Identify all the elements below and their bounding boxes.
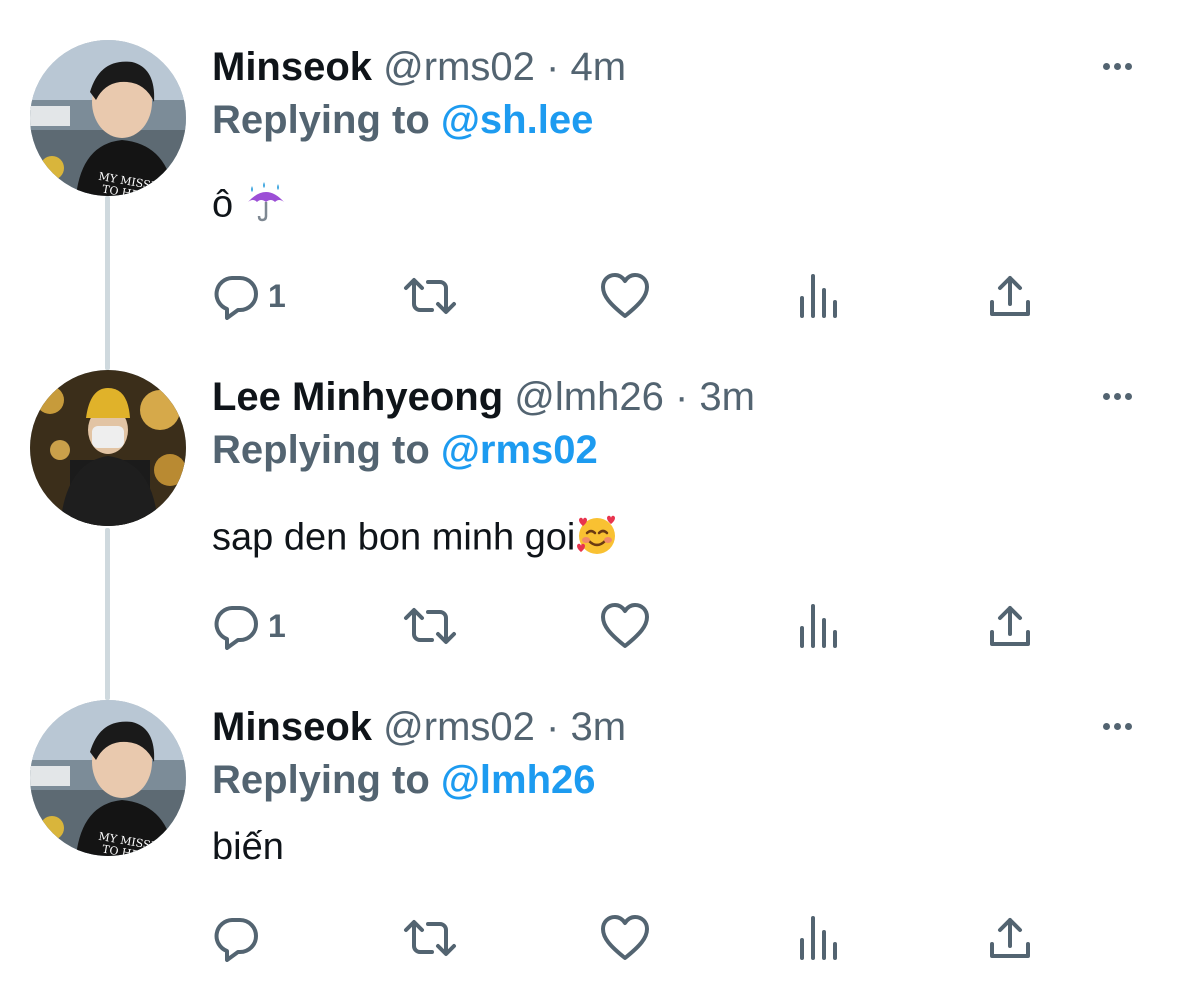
timestamp[interactable]: 3m [699, 375, 755, 419]
mention-link[interactable]: @lmh26 [441, 758, 596, 802]
replying-to-label: Replying to [212, 428, 430, 472]
share-icon [990, 276, 1030, 316]
like-button[interactable] [600, 912, 650, 964]
views-button[interactable] [798, 600, 838, 652]
share-icon [990, 606, 1030, 646]
retweet-icon [404, 278, 456, 314]
tweet-text: biến [212, 824, 284, 870]
user-handle[interactable]: @rms02 [383, 45, 535, 89]
tweet-header: Lee Minhyeong @lmh26 · 3m [212, 373, 755, 421]
umbrella-with-rain-icon [244, 180, 288, 233]
replying-to-label: Replying to [212, 758, 430, 802]
separator-dot: · [674, 375, 689, 419]
views-button[interactable] [798, 270, 838, 322]
tweet-text: sap den bon minh goi [212, 512, 619, 567]
retweet-button[interactable] [402, 912, 458, 964]
views-button[interactable] [798, 912, 838, 964]
retweet-button[interactable] [402, 600, 458, 652]
tweet[interactable]: Lee Minhyeong @lmh26 · 3m Replying to @r… [0, 330, 1179, 660]
share-button[interactable] [988, 600, 1032, 652]
mention-link[interactable]: @sh.lee [441, 98, 593, 142]
retweet-button[interactable] [402, 270, 458, 322]
replying-to-label: Replying to [212, 98, 430, 142]
like-button[interactable] [600, 600, 650, 652]
mention-link[interactable]: @rms02 [441, 428, 598, 472]
views-icon [800, 604, 837, 648]
replying-to: Replying to @rms02 [212, 426, 598, 474]
display-name[interactable]: Minseok [212, 45, 372, 89]
share-icon [990, 918, 1030, 958]
more-icon[interactable] [1099, 56, 1135, 76]
tweet-actions [212, 912, 1052, 964]
reply-icon [214, 918, 258, 962]
share-button[interactable] [988, 912, 1032, 964]
timestamp[interactable]: 4m [571, 45, 627, 89]
tweet-actions: 1 [212, 270, 1052, 322]
tweet-text-content: ô [212, 183, 234, 226]
tweet-header: Minseok @rms02 · 3m [212, 703, 626, 751]
tweet-text-content: biến [212, 826, 284, 868]
replying-to: Replying to @sh.lee [212, 96, 593, 144]
reply-button[interactable] [212, 912, 268, 964]
avatar[interactable]: MY MISSION TO HEL [30, 40, 186, 196]
separator-dot: · [546, 45, 560, 89]
like-button[interactable] [600, 270, 650, 322]
views-icon [800, 274, 837, 318]
reply-icon [214, 276, 258, 320]
tweet-text: ô [212, 180, 288, 233]
user-handle[interactable]: @lmh26 [514, 375, 664, 419]
reply-button[interactable]: 1 [212, 600, 286, 652]
heart-icon [601, 273, 649, 318]
more-icon[interactable] [1099, 386, 1135, 406]
tweet-text-content: sap den bon minh goi [212, 516, 576, 559]
user-handle[interactable]: @rms02 [383, 705, 535, 749]
display-name[interactable]: Lee Minhyeong [212, 375, 503, 419]
reply-button[interactable]: 1 [212, 270, 286, 322]
heart-icon [601, 603, 649, 648]
reply-count: 1 [268, 607, 286, 644]
heart-icon [601, 915, 649, 960]
separator-dot: · [546, 705, 560, 749]
smiling-face-with-hearts-icon [575, 512, 619, 567]
tweet-actions: 1 [212, 600, 1052, 652]
reply-count: 1 [268, 277, 286, 314]
retweet-icon [404, 608, 456, 644]
reply-icon [214, 606, 258, 650]
retweet-icon [404, 920, 456, 956]
display-name[interactable]: Minseok [212, 705, 372, 749]
tweet[interactable]: MY MISSION TO HEL Minseok @rms02 · 4m Re… [0, 0, 1179, 330]
views-icon [800, 916, 837, 960]
more-icon[interactable] [1099, 716, 1135, 736]
avatar[interactable]: MY MISSION TO HEL [30, 700, 186, 856]
timestamp[interactable]: 3m [571, 705, 627, 749]
avatar[interactable] [30, 370, 186, 526]
tweet-header: Minseok @rms02 · 4m [212, 43, 626, 91]
share-button[interactable] [988, 270, 1032, 322]
replying-to: Replying to @lmh26 [212, 756, 596, 804]
tweet[interactable]: MY MISSION TO HEL Minseok @rms02 · 3m Re… [0, 660, 1179, 984]
